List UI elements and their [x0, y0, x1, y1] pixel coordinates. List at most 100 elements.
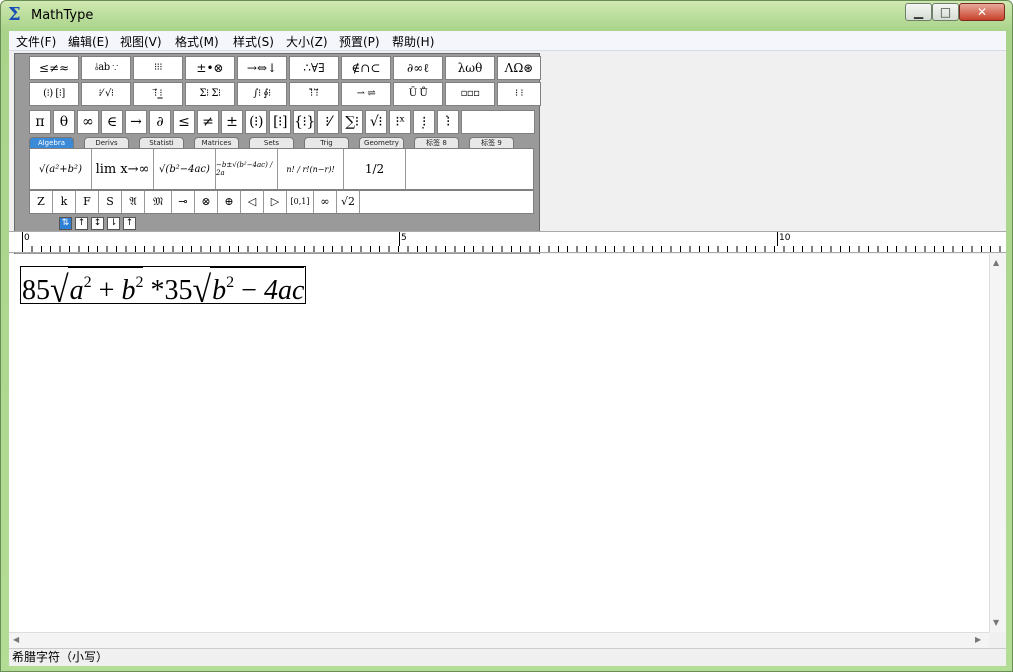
right-arrow-symbol-button[interactable]: → [125, 110, 147, 134]
scroll-left-icon[interactable]: ◀ [13, 635, 19, 644]
integrals-palette-button[interactable]: ∫⁝ ∮⁝ [237, 82, 287, 106]
less-equal-symbol-button[interactable]: ≤ [173, 110, 195, 134]
scroll-down-icon[interactable]: ▼ [993, 618, 999, 627]
operators-palette-button[interactable]: ±•⊗ [185, 56, 235, 80]
labeled-arrows-palette-button[interactable]: ⇀ ⇌ [341, 82, 391, 106]
horizontal-scrollbar[interactable]: ◀ ▶ [9, 632, 989, 648]
braces-template-button[interactable]: {⁝} [293, 110, 315, 134]
relations-palette-button[interactable]: ≤≠≈ [29, 56, 79, 80]
minimize-button[interactable]: ▁ [905, 3, 932, 21]
nudge-button-1[interactable]: ⇅ [59, 217, 72, 230]
template-quadratic-formula[interactable]: −b±√(b²−4ac) / 2a [216, 149, 278, 189]
coefficient-35: 35 [164, 275, 193, 306]
menu-style[interactable]: 样式(S) [230, 33, 277, 50]
tab-9[interactable]: 标签 9 [469, 137, 514, 148]
tab-derivs[interactable]: Derivs [84, 137, 129, 148]
tab-8[interactable]: 标签 8 [414, 137, 459, 148]
not-equal-symbol-button[interactable]: ≠ [197, 110, 219, 134]
nudge-button-5[interactable]: ↑ [123, 217, 136, 230]
menu-help[interactable]: 帮助(H) [389, 33, 437, 50]
symbol-interval-button[interactable]: [0,1] [287, 191, 314, 213]
embellishments-palette-button[interactable]: ⁝⁝⁝ [133, 56, 183, 80]
misc-symbols-palette-button[interactable]: ∂∞ℓ [393, 56, 443, 80]
parentheses-template-button[interactable]: (⁝) [245, 110, 267, 134]
plus-sign: + [98, 275, 115, 306]
element-of-symbol-button[interactable]: ∈ [101, 110, 123, 134]
symbol-fraktur-a-button[interactable]: 𝔄 [122, 191, 145, 213]
symbol-triangle-left-button[interactable]: ◁ [241, 191, 264, 213]
template-sqrt-b2-4ac[interactable]: √(b²−4ac) [154, 149, 216, 189]
symbol-oplus-button[interactable]: ⊕ [218, 191, 241, 213]
symbol-sqrt2-button[interactable]: √2 [337, 191, 360, 213]
spaces-ellipses-palette-button[interactable]: ⫰ab ∵ [81, 56, 131, 80]
ruler-label-5: 5 [401, 233, 407, 243]
menu-edit[interactable]: 编辑(E) [65, 33, 112, 50]
scroll-up-icon[interactable]: ▲ [993, 258, 999, 267]
tab-trig[interactable]: Trig [304, 137, 349, 148]
symbol-triangle-right-button[interactable]: ▷ [264, 191, 287, 213]
symbol-k-button[interactable]: k [53, 191, 76, 213]
greek-upper-palette-button[interactable]: ΛΩ⊛ [497, 56, 541, 80]
equation[interactable]: 85√a2 + b2 *35√b2 − 4ac [20, 266, 307, 309]
maximize-button[interactable]: □ [932, 3, 959, 21]
fences-palette-button[interactable]: (⁝) [⁝] [29, 82, 79, 106]
pi-symbol-button[interactable]: π [29, 110, 51, 134]
menu-format[interactable]: 格式(M) [172, 33, 222, 50]
template-one-half[interactable]: 1/2 [344, 149, 406, 189]
fractions-radicals-palette-button[interactable]: ⁝⁄ √⁝ [81, 82, 131, 106]
symbol-z-button[interactable]: Z [30, 191, 53, 213]
symbol-s-button[interactable]: S [99, 191, 122, 213]
title-bar[interactable]: Σ MathType ▁ □ ✕ [1, 1, 1012, 31]
superscript-template-button[interactable]: ⁝ˣ [389, 110, 411, 134]
tab-matrices[interactable]: Matrices [194, 137, 239, 148]
summations-palette-button[interactable]: Σ⁝ Σ⁝ [185, 82, 235, 106]
nudge-button-4[interactable]: ⇂ [107, 217, 120, 230]
infinity-symbol-button[interactable]: ∞ [77, 110, 99, 134]
symbol-f-button[interactable]: F [76, 191, 99, 213]
ruler[interactable]: 0 5 10 [9, 231, 1006, 253]
brackets-template-button[interactable]: [⁝] [269, 110, 291, 134]
logic-palette-button[interactable]: ∴∀∃ [289, 56, 339, 80]
sum-template-button[interactable]: ∑⁝ [341, 110, 363, 134]
dot-accent-template-button[interactable]: ⁝̇ [437, 110, 459, 134]
tab-sets[interactable]: Sets [249, 137, 294, 148]
ruler-label-10: 10 [779, 233, 791, 243]
matrices-palette-button[interactable]: ▫▫▫ [445, 82, 495, 106]
tab-statistics[interactable]: Statisti [139, 137, 184, 148]
symbol-otimes-button[interactable]: ⊗ [195, 191, 218, 213]
template-combination[interactable]: n! / r!(n−r)! [278, 149, 344, 189]
menu-preferences[interactable]: 预置(P) [336, 33, 383, 50]
template-limit[interactable]: lim x→∞ [92, 149, 154, 189]
arrows-palette-button[interactable]: →⇔↓ [237, 56, 287, 80]
greek-lower-palette-button[interactable]: λωθ [445, 56, 495, 80]
vertical-scrollbar[interactable]: ▲ ▼ [989, 254, 1006, 632]
symbol-multimap-button[interactable]: ⊸ [172, 191, 195, 213]
tab-algebra[interactable]: Algebra [29, 137, 74, 148]
subscripts-palette-button[interactable]: ⁝⃗ ⁝̲ [133, 82, 183, 106]
nudge-button-3[interactable]: ↕ [91, 217, 104, 230]
menu-file[interactable]: 文件(F) [13, 33, 59, 50]
nudge-button-2[interactable]: ↑ [75, 217, 88, 230]
equation-editor[interactable]: 85√a2 + b2 *35√b2 − 4ac [9, 254, 989, 632]
sets-palette-button[interactable]: ∉∩⊂ [341, 56, 391, 80]
plus-minus-symbol-button[interactable]: ± [221, 110, 243, 134]
boxes-palette-button[interactable]: ⁝ ⁝ [497, 82, 541, 106]
symbol-fraktur-m-button[interactable]: 𝔐 [145, 191, 172, 213]
tab-geometry[interactable]: Geometry [359, 137, 404, 148]
products-palette-button[interactable]: Ū Ů [393, 82, 443, 106]
menu-view[interactable]: 视图(V) [117, 33, 165, 50]
scroll-right-icon[interactable]: ▶ [975, 635, 981, 644]
fraction-template-button[interactable]: ⁝⁄ [317, 110, 339, 134]
sqrt-template-button[interactable]: √⁝ [365, 110, 387, 134]
symbol-infinity-button[interactable]: ∞ [314, 191, 337, 213]
client-area: ≤≠≈ ⫰ab ∵ ⁝⁝⁝ ±•⊗ →⇔↓ ∴∀∃ ∉∩⊂ ∂∞ℓ λωθ ΛΩ… [9, 51, 1006, 666]
ruler-label-0: 0 [24, 233, 30, 243]
bars-palette-button[interactable]: ⁝̄ ⁝⃡ [289, 82, 339, 106]
subscript-template-button[interactable]: ⁝̣ [413, 110, 435, 134]
template-sqrt-a2-b2[interactable]: √(a²+b²) [30, 149, 92, 189]
menu-size[interactable]: 大小(Z) [283, 33, 331, 50]
status-bar: 希腊字符（小写） [9, 648, 1006, 666]
close-button[interactable]: ✕ [959, 3, 1005, 21]
partial-symbol-button[interactable]: ∂ [149, 110, 171, 134]
theta-symbol-button[interactable]: θ [53, 110, 75, 134]
